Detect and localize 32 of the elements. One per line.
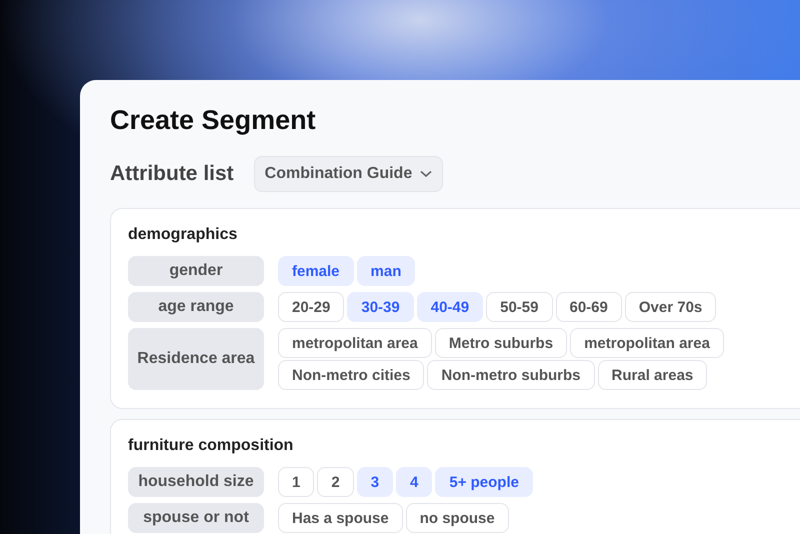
section-heading: Attribute list [110, 162, 234, 186]
option-chip[interactable]: 3 [356, 467, 394, 497]
attribute-label: age range [128, 292, 264, 322]
option-chip[interactable]: metropolitan area [570, 328, 724, 358]
option-chip[interactable]: Non-metro cities [278, 360, 424, 390]
option-chip[interactable]: 20-29 [278, 292, 344, 322]
option-chip[interactable]: 2 [317, 467, 354, 497]
option-chip[interactable]: metropolitan area [278, 328, 432, 358]
option-chip[interactable]: man [356, 256, 416, 286]
option-chip[interactable]: 50-59 [486, 292, 552, 322]
attribute-label: household size [128, 467, 264, 497]
option-chip[interactable]: 60-69 [556, 292, 622, 322]
page-title: Create Segment [110, 104, 317, 137]
option-chip[interactable]: 40-49 [416, 292, 484, 322]
card-title: demographics [128, 225, 238, 245]
option-chip[interactable]: 30-39 [347, 292, 414, 322]
option-chip[interactable]: 5+ people [435, 467, 533, 497]
option-chip[interactable]: Rural areas [598, 360, 708, 390]
option-chip[interactable]: no spouse [406, 503, 509, 533]
option-chip[interactable]: Non-metro suburbs [427, 360, 595, 390]
attribute-label: spouse or not [128, 503, 264, 533]
option-chip[interactable]: Has a spouse [278, 503, 403, 533]
attribute-label: gender [128, 256, 264, 286]
option-chip[interactable]: 4 [396, 467, 432, 497]
combination-guide-dropdown[interactable]: Combination Guide [254, 156, 444, 192]
option-chip[interactable]: Metro suburbs [434, 328, 568, 358]
card-title: furniture composition [128, 436, 294, 456]
attribute-label: Residence area [128, 328, 264, 390]
option-chip[interactable]: Over 70s [624, 292, 716, 322]
option-chip[interactable]: 1 [278, 467, 314, 497]
chevron-down-icon [420, 170, 432, 178]
option-chip[interactable]: female [278, 256, 354, 286]
